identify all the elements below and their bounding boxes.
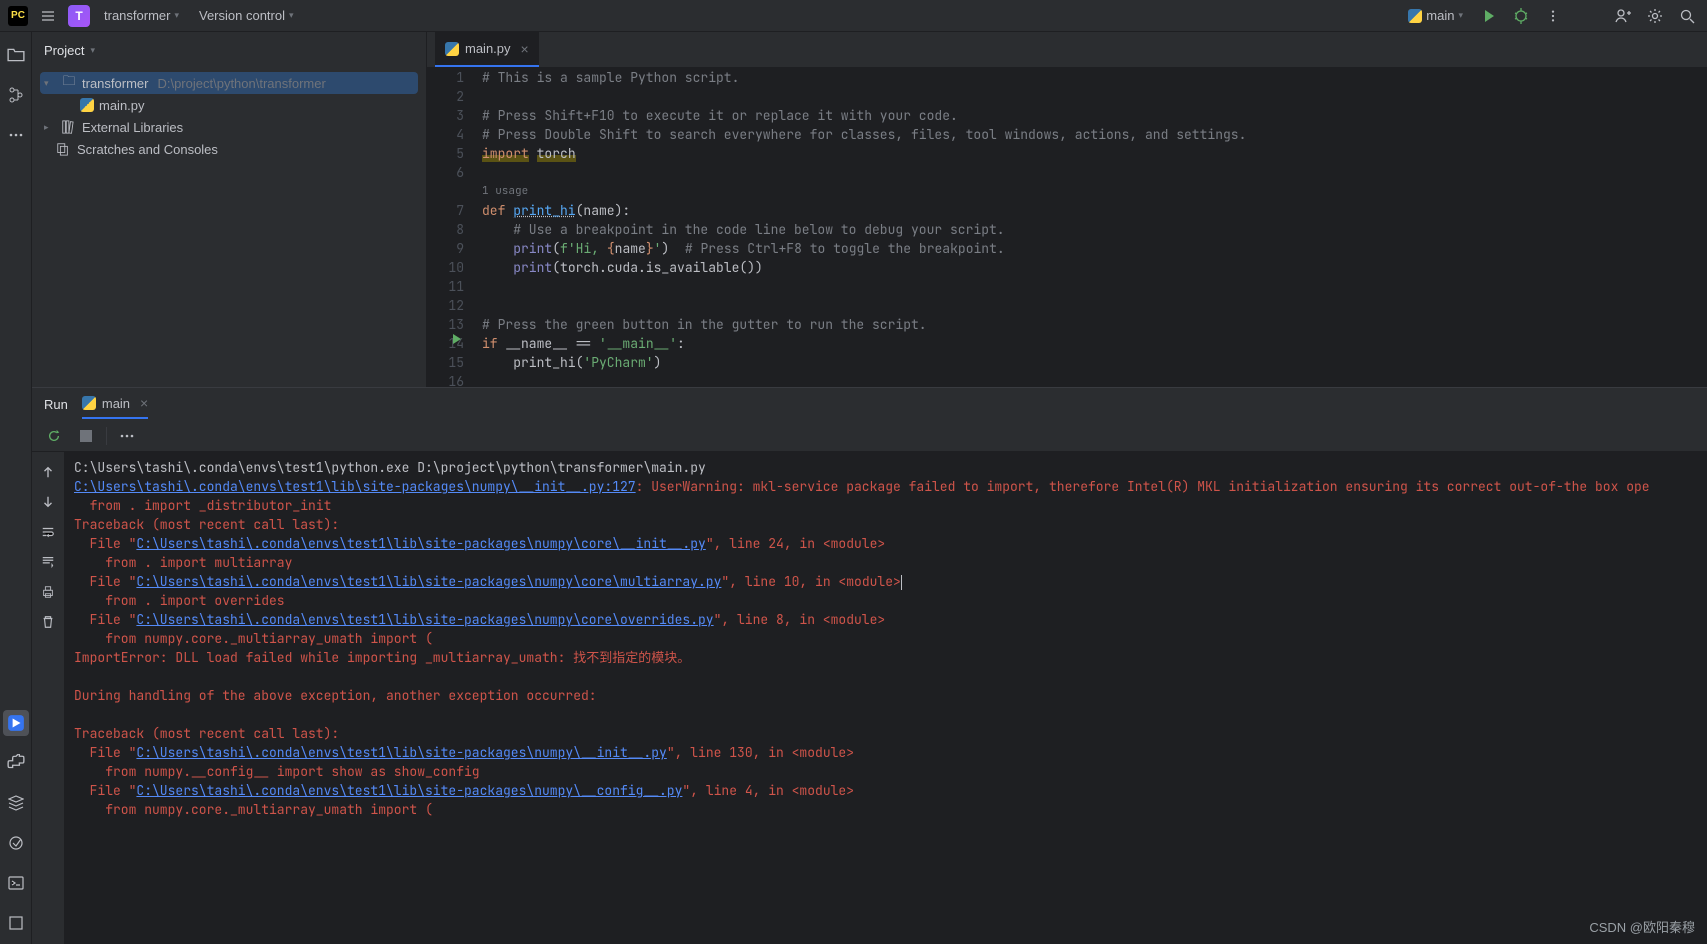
rerun-button[interactable] — [42, 424, 66, 448]
stacktrace-link[interactable]: C:\Users\tashi\.conda\envs\test1\lib\sit… — [136, 573, 721, 590]
editor-code[interactable]: # This is a sample Python script.# Press… — [482, 68, 1707, 387]
titlebar: PC T transformer ▾ Version control ▾ mai… — [0, 0, 1707, 32]
python-icon — [80, 98, 94, 112]
close-icon[interactable]: × — [140, 395, 148, 411]
vcs-icon[interactable] — [3, 910, 29, 936]
stacktrace-link[interactable]: C:\Users\tashi\.conda\envs\test1\lib\sit… — [136, 611, 713, 628]
project-badge: T — [68, 5, 90, 27]
watermark: CSDN @欧阳秦穆 — [1589, 917, 1695, 936]
folder-icon[interactable] — [3, 42, 29, 68]
print-icon[interactable] — [36, 580, 60, 604]
up-stack-icon[interactable] — [36, 460, 60, 484]
project-panel: Project ▾ ▾ 🗀 transformer D:\project\pyt… — [32, 32, 427, 387]
soft-wrap-icon[interactable] — [36, 520, 60, 544]
editor-tabs: main.py × — [427, 32, 1707, 68]
close-icon[interactable]: × — [521, 41, 529, 57]
editor-gutter: 12345678910111213141516 — [427, 68, 482, 387]
project-name: transformer — [104, 8, 170, 23]
editor-tab-label: main.py — [465, 41, 511, 56]
chevron-down-icon[interactable]: ▾ — [90, 45, 95, 56]
settings-icon[interactable] — [1643, 4, 1667, 28]
python-icon — [445, 42, 459, 56]
more-tools-icon[interactable] — [3, 122, 29, 148]
stop-button[interactable] — [74, 424, 98, 448]
stacktrace-link[interactable]: C:\Users\tashi\.conda\envs\test1\lib\sit… — [74, 478, 636, 495]
python-icon — [1408, 9, 1422, 23]
editor: main.py × 12345678910111213141516 # This… — [427, 32, 1707, 387]
run-panel-title: Run — [44, 397, 68, 412]
library-icon — [61, 120, 77, 134]
run-config-dropdown[interactable]: main ▾ — [1402, 6, 1469, 25]
stacktrace-link[interactable]: C:\Users\tashi\.conda\envs\test1\lib\sit… — [136, 744, 666, 761]
tree-file-item[interactable]: main.py — [40, 94, 418, 116]
services-icon[interactable] — [3, 790, 29, 816]
chevron-down-icon: ▾ — [289, 10, 294, 21]
editor-tab[interactable]: main.py × — [435, 32, 539, 67]
console-options[interactable] — [115, 424, 139, 448]
run-tab[interactable]: main × — [82, 389, 148, 419]
more-menu[interactable] — [1541, 4, 1565, 28]
trash-icon[interactable] — [36, 610, 60, 634]
project-selector[interactable]: transformer ▾ — [98, 6, 185, 25]
debug-button[interactable] — [1509, 4, 1533, 28]
chevron-down-icon: ▾ — [1458, 10, 1463, 21]
down-stack-icon[interactable] — [36, 490, 60, 514]
run-side-toolbar — [32, 452, 64, 944]
terminal-icon[interactable] — [3, 870, 29, 896]
run-tab-label: main — [102, 396, 130, 411]
code-usage-hint[interactable]: 1 usage — [482, 182, 1695, 201]
tree-file-name: main.py — [99, 98, 145, 113]
run-tool-icon[interactable] — [3, 710, 29, 736]
account-icon[interactable] — [1611, 4, 1635, 28]
scroll-to-end-icon[interactable] — [36, 550, 60, 574]
python-console-icon[interactable] — [3, 750, 29, 776]
tree-root-item[interactable]: ▾ 🗀 transformer D:\project\python\transf… — [40, 72, 418, 94]
console-output[interactable]: C:\Users\tashi\.conda\envs\test1\python.… — [64, 452, 1707, 944]
chevron-down-icon: ▾ — [174, 10, 179, 21]
version-control-label: Version control — [199, 8, 285, 23]
run-button[interactable] — [1477, 4, 1501, 28]
stacktrace-link[interactable]: C:\Users\tashi\.conda\envs\test1\lib\sit… — [136, 782, 682, 799]
search-icon[interactable] — [1675, 4, 1699, 28]
structure-icon[interactable] — [3, 82, 29, 108]
chevron-right-icon[interactable]: ▸ — [44, 122, 56, 133]
project-panel-title: Project — [44, 43, 84, 58]
version-control-dropdown[interactable]: Version control ▾ — [193, 6, 300, 25]
tree-scratches[interactable]: Scratches and Consoles — [40, 138, 418, 160]
scratches-icon — [56, 142, 72, 156]
scratches-label: Scratches and Consoles — [77, 142, 218, 157]
tree-root-name: transformer — [82, 76, 148, 91]
pycharm-logo-icon: PC — [8, 6, 28, 26]
folder-icon: 🗀 — [61, 72, 77, 94]
gutter-run-icon[interactable] — [452, 334, 462, 344]
external-libs-label: External Libraries — [82, 120, 183, 135]
tree-external-libs[interactable]: ▸ External Libraries — [40, 116, 418, 138]
tree-root-path: D:\project\python\transformer — [157, 76, 325, 91]
run-config-name: main — [1426, 8, 1454, 23]
chevron-down-icon[interactable]: ▾ — [44, 78, 56, 89]
stacktrace-link[interactable]: C:\Users\tashi\.conda\envs\test1\lib\sit… — [136, 535, 705, 552]
python-icon — [82, 396, 96, 410]
hamburger-menu-icon[interactable] — [36, 4, 60, 28]
problems-icon[interactable] — [3, 830, 29, 856]
run-panel: Run main × — [32, 387, 1707, 944]
left-toolbar — [0, 32, 32, 944]
